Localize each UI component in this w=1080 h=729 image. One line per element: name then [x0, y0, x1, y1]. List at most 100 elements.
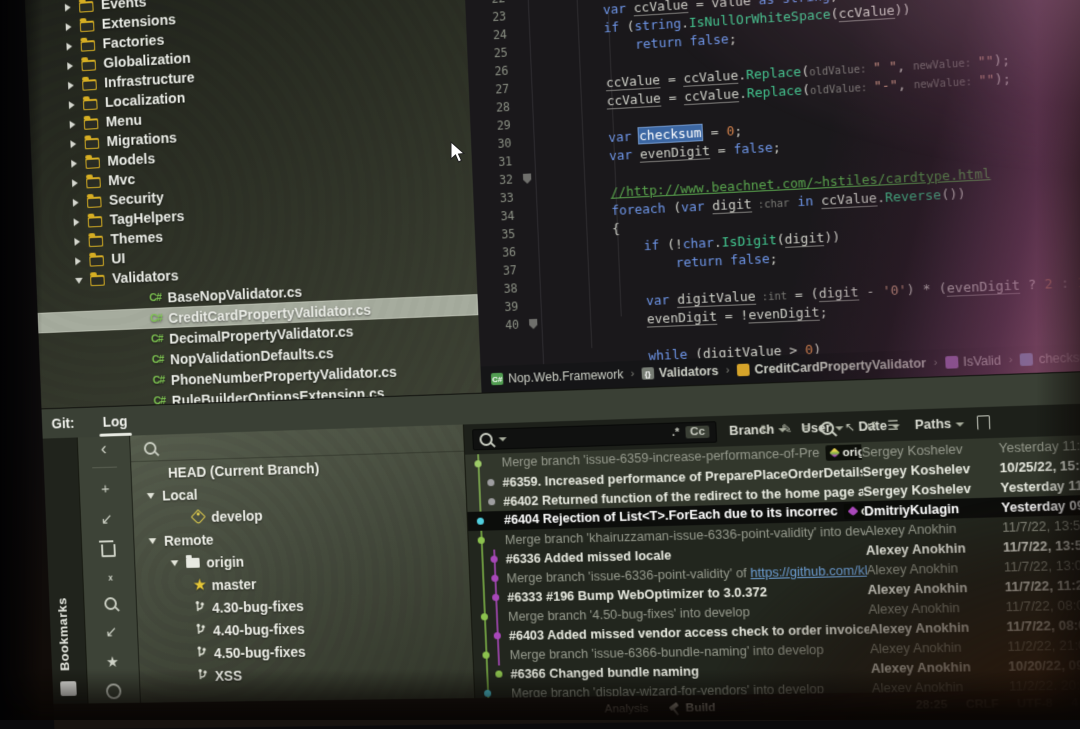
chevron-down-icon[interactable]: [75, 278, 83, 284]
code-token: [550, 203, 612, 221]
move-down-icon[interactable]: ↙: [100, 510, 113, 528]
search-icon[interactable]: [104, 597, 117, 610]
chevron-right-icon[interactable]: [68, 81, 74, 89]
analysis-tab[interactable]: Analysis: [604, 703, 648, 716]
chevron-right-icon[interactable]: [73, 199, 79, 207]
code-lines: 21 override bool IsValid(ValidationConte…: [463, 0, 1080, 372]
status-item[interactable]: UTF-8: [1017, 697, 1053, 710]
commit-graph: [465, 454, 502, 474]
git-branches-pane: HEAD (Current Branch)LocaldevelopRemoteo…: [130, 425, 474, 703]
graph-dot-icon: [484, 690, 491, 697]
git-log-pane: .* Cc BranchUserDatePaths ↻✎≡↖↺☰ Merge b…: [463, 403, 1080, 698]
breadcrumb-item-isvalid[interactable]: IsValid: [945, 353, 1002, 370]
goto-ref-icon[interactable]: [977, 415, 991, 430]
graph-dot-icon: [495, 670, 502, 677]
regex-toggle[interactable]: .*: [671, 426, 679, 439]
code-text: [536, 168, 557, 187]
graph-dot-icon: [494, 632, 501, 639]
solution-explorer[interactable]: ControllersEventsExtensionsFactoriesGlob…: [25, 0, 482, 408]
code-token: ccValue: [821, 190, 878, 209]
filter-paths[interactable]: Paths: [914, 416, 964, 432]
code-text: [540, 277, 561, 296]
match-case-toggle[interactable]: Cc: [686, 425, 710, 438]
build-tab[interactable]: Build: [669, 702, 716, 715]
chevron-right-icon[interactable]: [66, 23, 72, 31]
folder-icon: [86, 176, 101, 188]
commit-date: 11/7/22, 13:51: [1003, 537, 1080, 554]
chevron-down-icon[interactable]: [147, 492, 155, 498]
commit-search-input[interactable]: .* Cc: [472, 421, 717, 450]
bookmarks-tab[interactable]: Bookmarks: [55, 597, 72, 671]
tree-folder-label: Menu: [105, 113, 142, 131]
folder-icon: [186, 557, 200, 567]
chevron-right-icon[interactable]: [74, 238, 80, 246]
breadcrumb-label: CreditCardPropertyValidator: [754, 356, 926, 377]
chevron-right-icon[interactable]: [71, 160, 77, 168]
chevron-right-icon[interactable]: [69, 101, 75, 109]
code-token: false: [730, 251, 770, 268]
code-token: [552, 255, 676, 276]
code-text: [531, 59, 552, 78]
chevron-right-icon[interactable]: [65, 3, 71, 11]
chevron-down-icon[interactable]: [171, 560, 179, 566]
branch-label: HEAD (Current Branch): [168, 460, 320, 480]
breadcrumb-label: Validators: [659, 364, 719, 380]
status-item[interactable]: 28:25: [916, 699, 948, 712]
branch-label: 4.50-bug-fixes: [214, 643, 306, 660]
refresh-icon[interactable]: ↻: [760, 422, 771, 437]
status-item[interactable]: 4 spaces: [1071, 696, 1080, 709]
chevron-right-icon[interactable]: [67, 62, 73, 70]
breadcrumb-item-creditcardpropertyvalidator[interactable]: CreditCardPropertyValidator: [737, 356, 927, 377]
add-icon[interactable]: +: [101, 481, 110, 498]
chevron-right-icon[interactable]: [75, 257, 81, 265]
gutter-markers: [523, 278, 541, 297]
back-icon[interactable]: ‹: [101, 444, 107, 454]
code-token: ccValue: [838, 2, 895, 22]
folder-icon: [85, 137, 100, 149]
ref-label: origin & develop: [842, 444, 862, 459]
undo-icon[interactable]: ↺: [866, 419, 877, 434]
code-token: digit: [784, 230, 824, 248]
code-token: return: [635, 34, 682, 52]
commit-author: Alexey Anokhin: [870, 639, 1008, 656]
breadcrumb-item-validators[interactable]: {}Validators: [641, 364, 719, 381]
circle-icon[interactable]: [106, 683, 122, 699]
breadcrumb-item-checksum[interactable]: checksum: [1020, 350, 1080, 368]
chevron-down-icon[interactable]: [149, 538, 157, 544]
paint-icon[interactable]: ✎: [781, 422, 792, 437]
go-up-icon[interactable]: ↖: [844, 420, 855, 435]
branch-icon: [194, 600, 205, 616]
code-token: [546, 115, 554, 131]
line-number: 36: [475, 243, 522, 263]
status-item[interactable]: CRLF: [965, 698, 999, 711]
ref-chip[interactable]: origin/4.50-bug-fixes: [844, 503, 865, 519]
branch-row-xss[interactable]: XSS: [139, 660, 473, 688]
tab-git-log[interactable]: Log: [99, 413, 132, 430]
collapse-icon[interactable]: ›‹: [107, 570, 110, 585]
chevron-right-icon[interactable]: [70, 121, 76, 129]
bookmarks-icon[interactable]: [60, 681, 77, 696]
collapse-all-icon[interactable]: ≡: [802, 421, 810, 436]
gutter-markers: [520, 205, 538, 224]
find-icon[interactable]: [820, 421, 834, 435]
csharp-file-icon: C#: [149, 291, 161, 303]
star-icon[interactable]: ★: [106, 653, 120, 671]
class-icon: [737, 364, 750, 377]
commit-link[interactable]: https://github.com/khairuzzaman/: [750, 563, 867, 580]
folder-icon: [88, 216, 103, 227]
ref-chip[interactable]: origin & develop: [825, 444, 862, 461]
trash-icon[interactable]: [101, 544, 116, 557]
breadcrumb-item-nop.web.framework[interactable]: C#Nop.Web.Framework: [491, 367, 624, 386]
folder-icon: [84, 118, 99, 130]
commit-message-text: #6336 Added missed locale: [505, 548, 671, 566]
tree-folder-label: Validators: [112, 268, 179, 287]
code-token: (: [619, 18, 635, 34]
chevron-right-icon[interactable]: [66, 42, 72, 50]
chevron-right-icon[interactable]: [74, 218, 80, 226]
code-editor[interactable]: ? ext methods? exposing APIs 21 override…: [463, 0, 1080, 393]
expand-all-icon[interactable]: ☰: [887, 418, 899, 433]
pull-icon[interactable]: ↙: [105, 623, 118, 641]
line-number: 37: [476, 261, 523, 281]
chevron-right-icon[interactable]: [72, 179, 78, 187]
chevron-right-icon[interactable]: [70, 140, 76, 148]
